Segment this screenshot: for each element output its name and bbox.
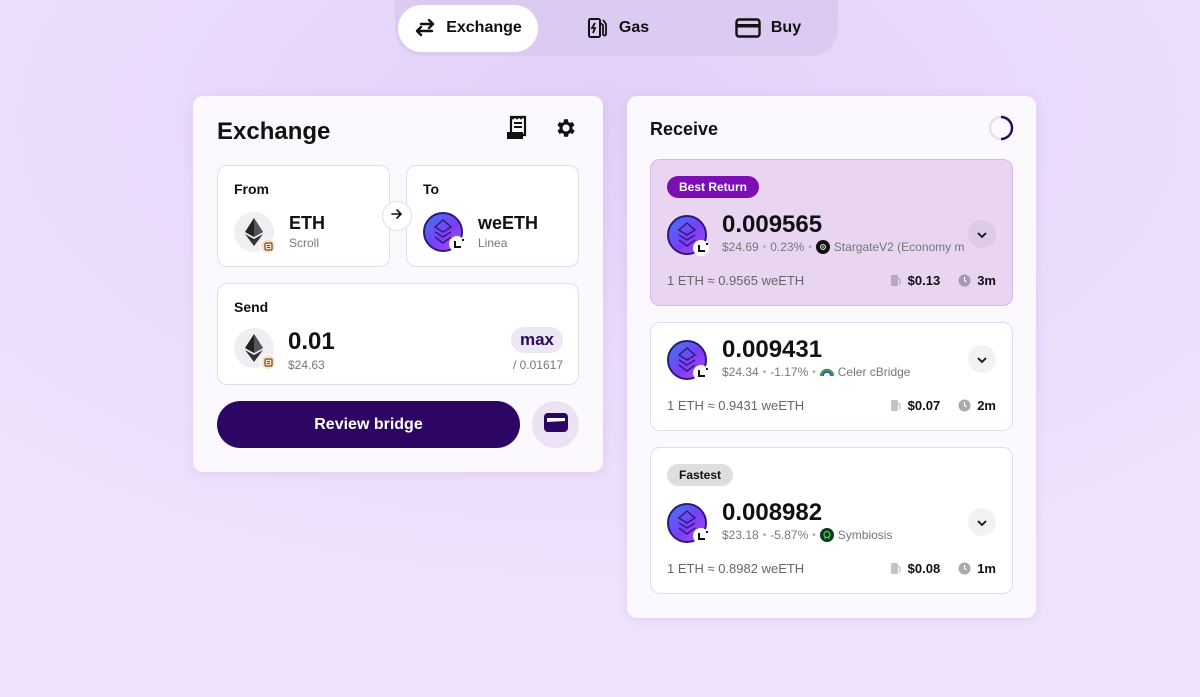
review-bridge-button[interactable]: Review bridge xyxy=(217,401,520,448)
gas-cost: $0.08 xyxy=(907,561,941,576)
gas-cost: $0.13 xyxy=(907,273,941,288)
credit-card-icon xyxy=(735,18,761,38)
exchange-rate: 1 ETH ≈ 0.9565 weETH xyxy=(667,273,805,288)
route-fees: $0.07 2m xyxy=(890,398,996,413)
route-usd: $23.18 xyxy=(722,528,759,542)
history-button[interactable] xyxy=(503,115,531,146)
expand-route-button[interactable] xyxy=(968,508,996,536)
separator-dot: • xyxy=(812,529,816,541)
separator-dot: • xyxy=(812,366,816,378)
scroll-chain-icon xyxy=(260,354,276,370)
from-token-selector[interactable]: From ETH Scroll xyxy=(217,165,390,267)
gas-pump-icon xyxy=(890,562,902,575)
separator-dot: • xyxy=(808,241,812,253)
route-fees: $0.08 1m xyxy=(890,561,996,576)
route-meta: $23.18 • -5.87% • Symbiosis xyxy=(722,528,972,542)
exchange-card: Exchange From ETH Scroll To weETH Linea … xyxy=(193,96,603,472)
send-label: Send xyxy=(234,299,269,315)
route-usd: $24.34 xyxy=(722,365,759,379)
send-amount-input[interactable]: 0.01 xyxy=(288,328,335,356)
send-amount-box: Send 0.01 $24.63 max / 0.01617 xyxy=(217,283,579,385)
to-token-selector[interactable]: To weETH Linea xyxy=(406,165,579,267)
linea-chain-icon xyxy=(449,236,465,252)
gas-cost: $0.07 xyxy=(907,398,941,413)
route-meta: $24.69 • 0.23% • StargateV2 (Economy m xyxy=(722,240,972,254)
route-provider: Celer cBridge xyxy=(837,365,911,379)
max-button[interactable]: max xyxy=(510,327,563,353)
wallet-icon xyxy=(543,411,569,438)
loading-spinner-icon xyxy=(988,115,1014,141)
route-option-symbiosis[interactable]: Fastest 0.008982 $23.18 • -5.87% • Symbi… xyxy=(650,447,1013,594)
exchange-title: Exchange xyxy=(217,118,331,145)
route-fees: $0.13 3m xyxy=(890,273,996,288)
tab-gas-label: Gas xyxy=(618,19,650,36)
balance-text: / 0.01617 xyxy=(512,358,563,372)
tab-buy[interactable]: Buy xyxy=(708,5,828,52)
route-amount: 0.009431 xyxy=(722,336,823,363)
expand-route-button[interactable] xyxy=(968,220,996,248)
route-provider: Symbiosis xyxy=(837,528,893,542)
clock-icon xyxy=(958,399,971,412)
gear-icon xyxy=(554,116,578,145)
chevron-down-icon xyxy=(977,225,987,243)
clock-icon xyxy=(958,562,971,575)
receive-card: Receive Best Return 0.009565 $24.69 • 0.… xyxy=(627,96,1036,618)
route-time: 3m xyxy=(977,273,996,288)
symbiosis-provider-icon xyxy=(819,528,834,542)
chevron-down-icon xyxy=(977,513,987,531)
linea-chain-icon xyxy=(693,365,709,381)
clock-icon xyxy=(958,274,971,287)
route-amount: 0.008982 xyxy=(722,499,823,526)
route-usd: $24.69 xyxy=(722,240,759,254)
from-token-name: ETH xyxy=(289,213,325,233)
best-return-badge: Best Return xyxy=(667,176,760,198)
stargate-provider-icon xyxy=(815,240,830,254)
top-nav: Exchange Gas Buy xyxy=(395,0,838,56)
to-token-name: weETH xyxy=(478,213,539,233)
route-time: 2m xyxy=(977,398,996,413)
swap-direction-button[interactable] xyxy=(382,201,412,231)
settings-button[interactable] xyxy=(552,116,580,144)
linea-chain-icon xyxy=(693,240,709,256)
linea-chain-icon xyxy=(693,528,709,544)
route-provider: StargateV2 (Economy m xyxy=(833,240,965,254)
receipt-icon xyxy=(505,115,529,146)
celer-provider-icon xyxy=(819,365,834,379)
arrow-right-icon xyxy=(391,207,403,225)
tab-gas[interactable]: Gas xyxy=(538,5,698,52)
exchange-rate: 1 ETH ≈ 0.9431 weETH xyxy=(667,398,805,413)
send-amount-usd: $24.63 xyxy=(288,358,325,372)
tab-exchange[interactable]: Exchange xyxy=(398,4,538,52)
separator-dot: • xyxy=(762,241,767,253)
route-time: 1m xyxy=(977,561,996,576)
route-meta: $24.34 • -1.17% • Celer cBridge xyxy=(722,365,972,379)
fastest-badge: Fastest xyxy=(667,464,734,486)
gas-pump-icon xyxy=(890,399,902,412)
gas-pump-icon xyxy=(890,274,902,287)
receive-title: Receive xyxy=(650,119,719,139)
route-change: -5.87% xyxy=(770,528,809,542)
route-change: 0.23% xyxy=(770,240,805,254)
route-change: -1.17% xyxy=(770,365,809,379)
tab-exchange-label: Exchange xyxy=(446,19,522,36)
separator-dot: • xyxy=(762,366,767,378)
route-option-stargate[interactable]: Best Return 0.009565 $24.69 • 0.23% • St… xyxy=(650,159,1013,306)
separator-dot: • xyxy=(762,529,767,541)
wallet-button[interactable] xyxy=(532,401,579,448)
chevron-down-icon xyxy=(977,350,987,368)
arrows-exchange-icon xyxy=(414,19,436,37)
from-label: From xyxy=(234,181,269,197)
expand-route-button[interactable] xyxy=(968,345,996,373)
gas-pump-icon xyxy=(587,17,609,39)
scroll-chain-icon xyxy=(260,238,276,254)
to-chain-name: Linea xyxy=(478,236,508,250)
tab-buy-label: Buy xyxy=(770,19,802,36)
from-chain-name: Scroll xyxy=(289,236,320,250)
route-amount: 0.009565 xyxy=(722,211,823,238)
to-label: To xyxy=(423,181,440,197)
route-option-celer[interactable]: 0.009431 $24.34 • -1.17% • Celer cBridge… xyxy=(650,322,1013,431)
exchange-rate: 1 ETH ≈ 0.8982 weETH xyxy=(667,561,805,576)
